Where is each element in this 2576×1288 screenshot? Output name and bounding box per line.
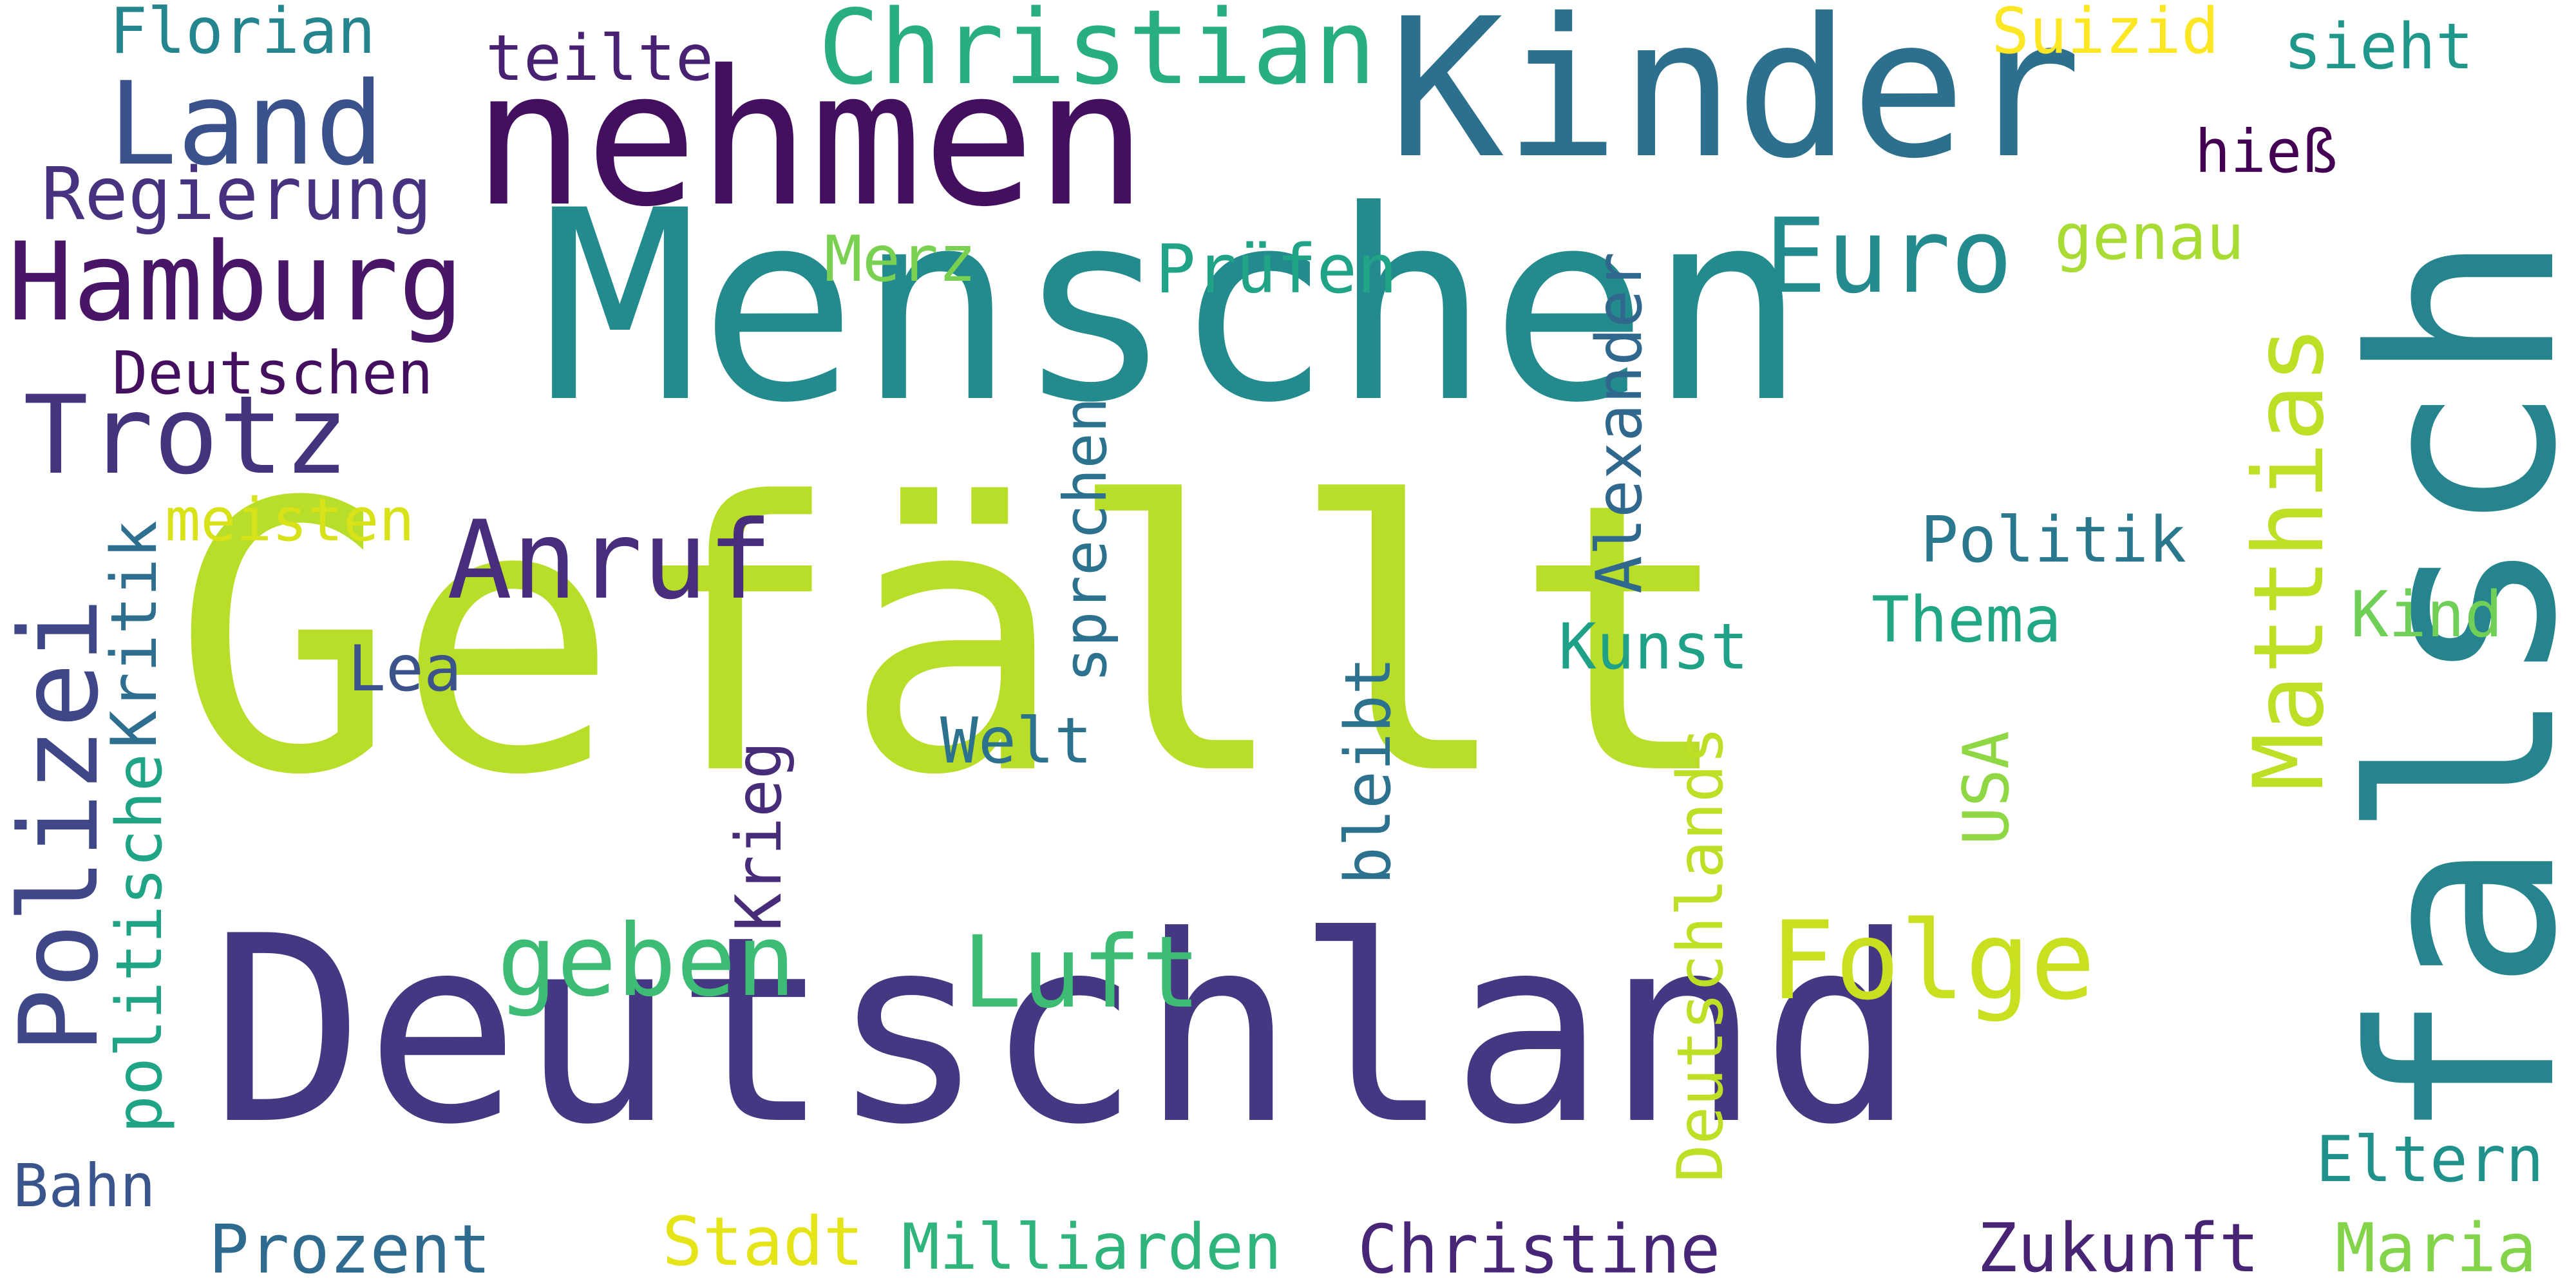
word-kind: Kind bbox=[2351, 578, 2503, 652]
word-maria: Maria bbox=[2335, 1209, 2537, 1287]
word-hamburg: Hamburg bbox=[8, 219, 464, 345]
word-zukunft: Zukunft bbox=[1977, 1209, 2260, 1287]
word-matthias: Matthias bbox=[2233, 325, 2345, 791]
word-krieg: Krieg bbox=[723, 741, 796, 931]
word-politische: politische bbox=[103, 753, 176, 1133]
word-polizei: Polizei bbox=[0, 597, 122, 1054]
word-florian: Florian bbox=[109, 0, 376, 68]
word-regierung: Regierung bbox=[41, 153, 432, 236]
word-falsch: falsch bbox=[2318, 231, 2576, 1144]
word-luft: Luft bbox=[962, 915, 1201, 1030]
word-folge: Folge bbox=[1770, 898, 2096, 1024]
word-bahn: Bahn bbox=[13, 1151, 156, 1220]
word-prufen: Prüfen bbox=[1155, 230, 1397, 308]
word-deutschen: Deutschen bbox=[112, 339, 433, 408]
word-merz: Merz bbox=[824, 223, 977, 296]
word-sprechen: sprechen bbox=[1051, 397, 1120, 683]
word-genau: genau bbox=[2054, 201, 2245, 274]
word-sieht: sieht bbox=[2284, 10, 2474, 84]
word-stadt: Stadt bbox=[662, 1202, 864, 1281]
word-kinder: Kinder bbox=[1388, 0, 2082, 201]
word-bleibt: bleibt bbox=[1332, 656, 1405, 885]
word-christian: Christian bbox=[818, 0, 1376, 108]
word-milliarden: Milliarden bbox=[902, 1211, 1282, 1284]
word-hiess: hieß bbox=[2195, 117, 2338, 186]
word-deutschlands: Deutschlands bbox=[1664, 726, 1738, 1182]
word-prozent: Prozent bbox=[209, 1210, 491, 1288]
word-meisten: meisten bbox=[165, 486, 415, 554]
word-kunst: Kunst bbox=[1558, 611, 1749, 684]
word-anruf: Anruf bbox=[447, 497, 773, 623]
word-lea: Lea bbox=[348, 632, 462, 706]
word-christine: Christine bbox=[1358, 1210, 1721, 1288]
word-welt: Welt bbox=[940, 705, 1093, 778]
word-eltern: Eltern bbox=[2316, 1123, 2544, 1197]
word-kritik: Kritik bbox=[98, 520, 171, 748]
word-teilte: teilte bbox=[486, 22, 714, 95]
word-usa: USA bbox=[1950, 730, 2023, 845]
word-politik: Politik bbox=[1920, 504, 2187, 577]
word-cloud: Gefällt Menschen Deutschland falsch Kind… bbox=[0, 0, 2576, 1288]
word-euro: Euro bbox=[1765, 196, 2013, 316]
word-suizid: Suizid bbox=[1991, 0, 2220, 68]
word-alexander: Alexander bbox=[1583, 251, 1656, 594]
word-thema: Thema bbox=[1871, 583, 2062, 657]
